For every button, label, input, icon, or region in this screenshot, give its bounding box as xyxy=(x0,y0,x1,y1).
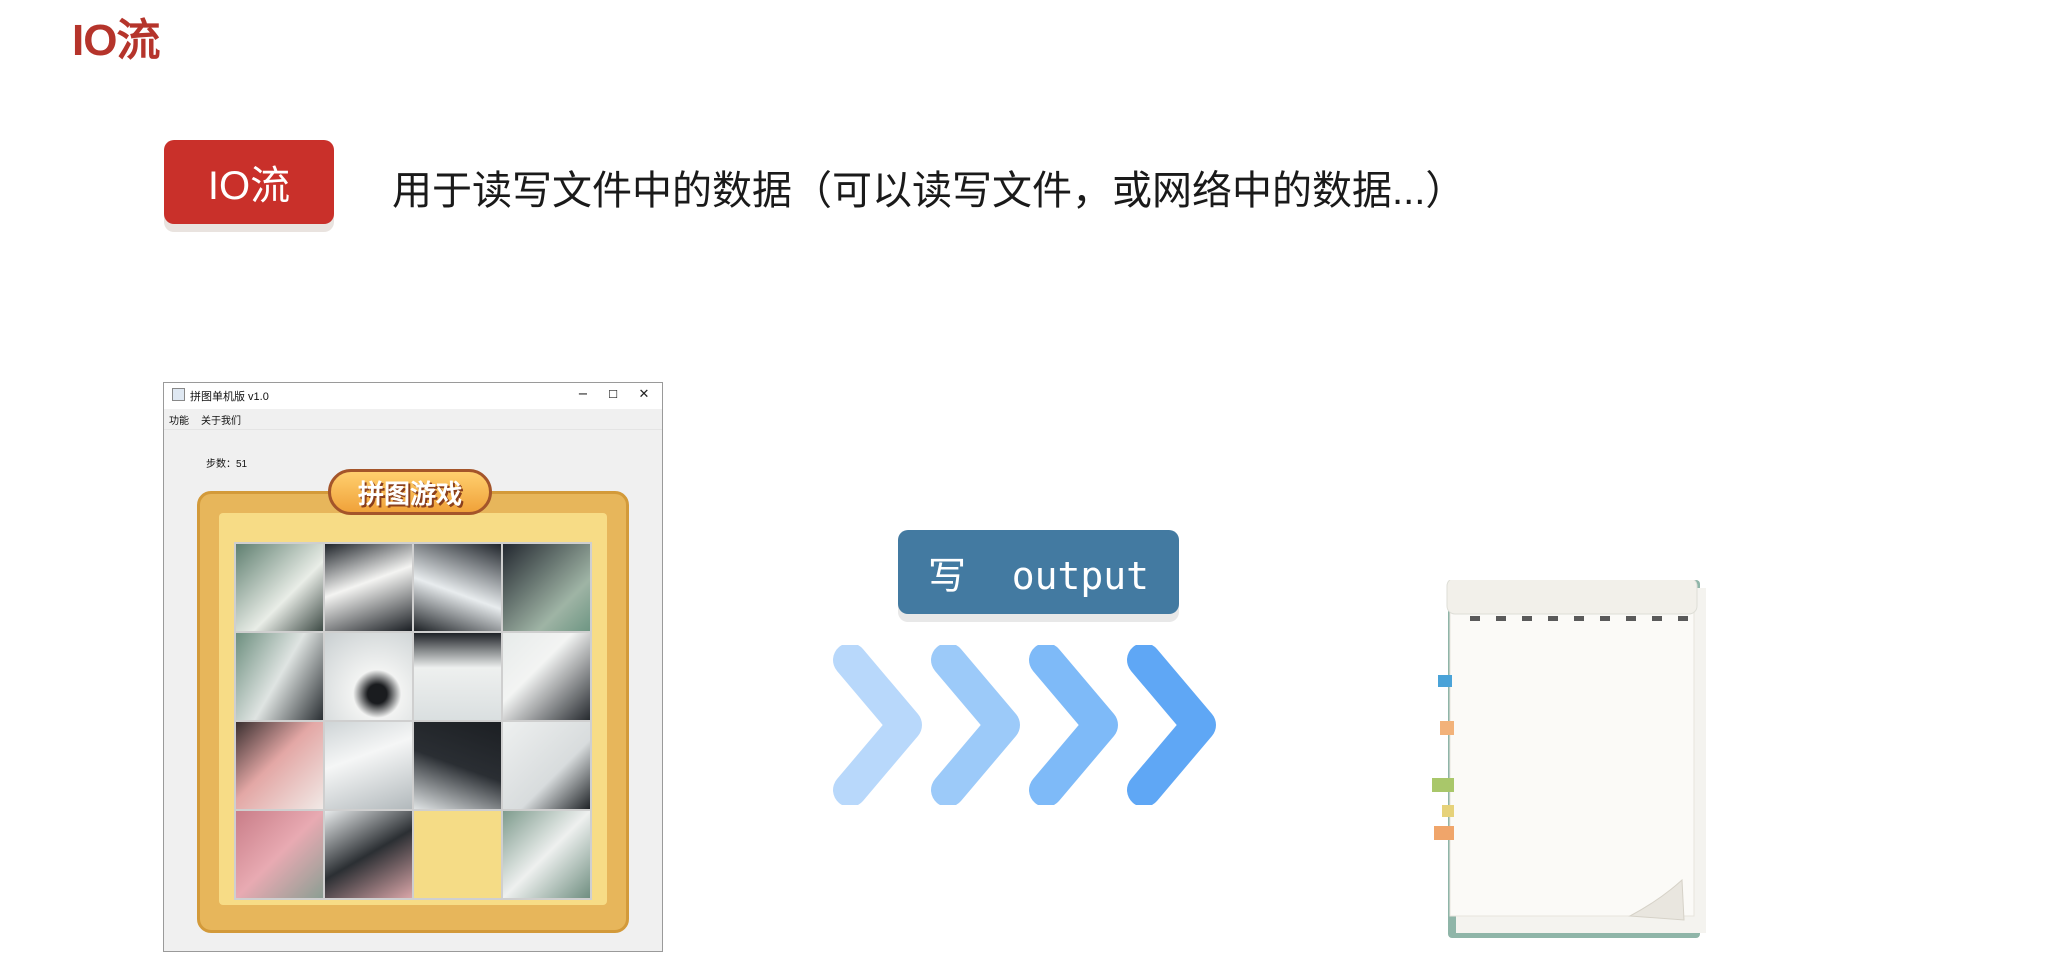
menu-bar: 功能 关于我们 xyxy=(164,409,662,430)
minimize-button[interactable]: − xyxy=(568,385,598,405)
chevron-right-icon xyxy=(1029,645,1118,805)
game-logo: 拼图游戏 xyxy=(328,469,492,515)
puzzle-grid xyxy=(234,542,592,900)
puzzle-tile[interactable] xyxy=(503,722,590,809)
puzzle-tile[interactable] xyxy=(503,544,590,631)
puzzle-tile[interactable] xyxy=(503,633,590,720)
puzzle-tile[interactable] xyxy=(503,811,590,898)
io-badge: IO流 xyxy=(164,140,334,224)
output-label: 写 output xyxy=(898,530,1179,614)
menu-item-about[interactable]: 关于我们 xyxy=(201,412,241,427)
puzzle-tile[interactable] xyxy=(236,544,323,631)
chevron-right-icon xyxy=(833,645,922,805)
puzzle-tile[interactable] xyxy=(236,722,323,809)
puzzle-tile[interactable] xyxy=(414,633,501,720)
close-button[interactable]: ✕ xyxy=(629,385,659,405)
flow-arrows xyxy=(833,645,1216,805)
puzzle-tile[interactable] xyxy=(325,811,412,898)
menu-item-function[interactable]: 功能 xyxy=(169,412,189,427)
puzzle-tile[interactable] xyxy=(325,544,412,631)
puzzle-tile[interactable] xyxy=(236,633,323,720)
puzzle-tile[interactable] xyxy=(414,722,501,809)
chevron-right-icon xyxy=(1127,645,1216,805)
puzzle-tile[interactable] xyxy=(236,811,323,898)
puzzle-game-window: 拼图单机版 v1.0 − ☐ ✕ 功能 关于我们 步数：51 拼图游戏 xyxy=(163,382,663,952)
step-counter: 步数：51 xyxy=(206,459,248,470)
puzzle-tile[interactable] xyxy=(414,544,501,631)
slide-title: IO流 xyxy=(72,16,160,65)
watermark-decoration xyxy=(1700,930,2040,970)
io-definition-text: 用于读写文件中的数据（可以读写文件，或网络中的数据...） xyxy=(392,169,1466,213)
window-title: 拼图单机版 v1.0 xyxy=(190,391,269,403)
puzzle-empty-tile xyxy=(414,811,501,898)
window-titlebar[interactable]: 拼图单机版 v1.0 − ☐ ✕ xyxy=(164,383,662,409)
chevron-right-icon xyxy=(931,645,1020,805)
maximize-button[interactable]: ☐ xyxy=(598,385,628,405)
puzzle-tile[interactable] xyxy=(325,722,412,809)
puzzle-tile[interactable] xyxy=(325,633,412,720)
notebook-icon xyxy=(1432,580,1706,938)
java-app-icon xyxy=(172,388,185,401)
